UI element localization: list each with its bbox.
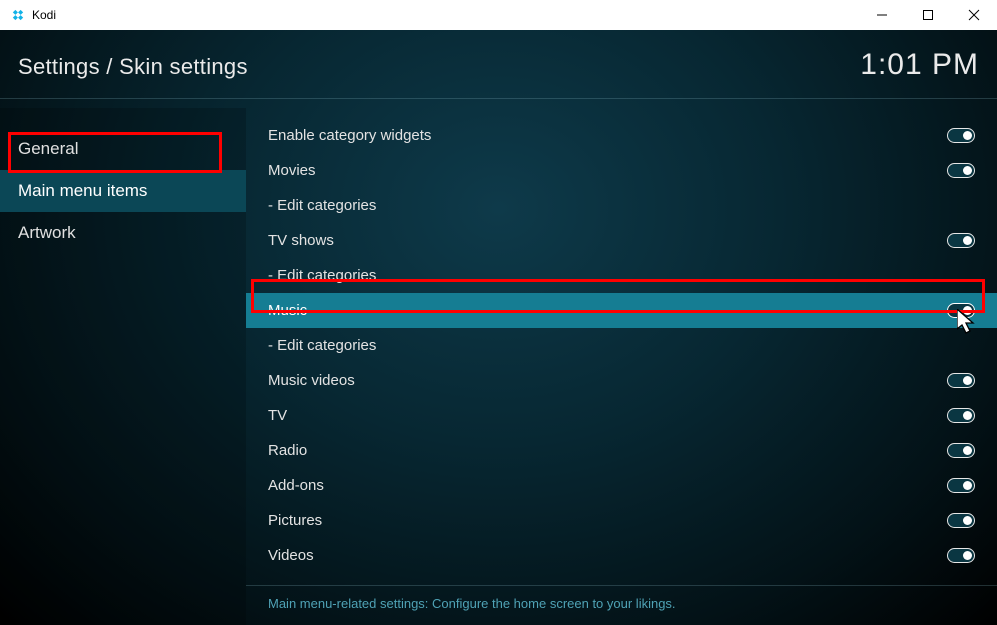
app-header: Settings / Skin settings 1:01 PM: [0, 30, 997, 99]
setting-row-movies[interactable]: Movies: [246, 153, 997, 188]
toggle-switch[interactable]: [947, 513, 975, 528]
footer-help: Main menu-related settings: Configure th…: [246, 585, 997, 625]
setting-label: Enable category widgets: [268, 127, 947, 144]
setting-row--edit-categories[interactable]: - Edit categories: [246, 258, 997, 293]
setting-row-pictures[interactable]: Pictures: [246, 503, 997, 538]
setting-row-videos[interactable]: Videos: [246, 538, 997, 573]
toggle-switch[interactable]: [947, 443, 975, 458]
window-title: Kodi: [32, 8, 56, 22]
breadcrumb: Settings / Skin settings: [18, 54, 248, 80]
setting-label: Videos: [268, 547, 947, 564]
setting-label: Add-ons: [268, 477, 947, 494]
setting-row-tv-shows[interactable]: TV shows: [246, 223, 997, 258]
settings-list: Enable category widgets Movies - Edit cate…: [246, 118, 997, 585]
setting-label: Music: [268, 302, 947, 319]
toggle-switch[interactable]: [947, 478, 975, 493]
kodi-logo-icon: [10, 7, 26, 23]
setting-label: Movies: [268, 162, 947, 179]
toggle-switch[interactable]: [947, 408, 975, 423]
sidebar-item-artwork[interactable]: Artwork: [0, 212, 246, 254]
setting-label: Music videos: [268, 372, 947, 389]
minimize-button[interactable]: [859, 0, 905, 30]
setting-label: Radio: [268, 442, 947, 459]
setting-label: TV: [268, 407, 947, 424]
titlebar: Kodi: [0, 0, 997, 30]
setting-row-enable-category-widgets[interactable]: Enable category widgets: [246, 118, 997, 153]
sidebar-item-general[interactable]: General: [0, 128, 246, 170]
setting-row--edit-categories[interactable]: - Edit categories: [246, 188, 997, 223]
setting-label: TV shows: [268, 232, 947, 249]
app: Settings / Skin settings 1:01 PM General…: [0, 30, 997, 625]
setting-label: - Edit categories: [268, 337, 975, 354]
setting-row-music[interactable]: Music: [246, 293, 997, 328]
main-pane: Enable category widgets Movies - Edit cate…: [246, 108, 997, 625]
toggle-switch[interactable]: [947, 303, 975, 318]
setting-row-radio[interactable]: Radio: [246, 433, 997, 468]
setting-row-music-videos[interactable]: Music videos: [246, 363, 997, 398]
setting-label: Pictures: [268, 512, 947, 529]
setting-row-tv[interactable]: TV: [246, 398, 997, 433]
toggle-switch[interactable]: [947, 163, 975, 178]
close-button[interactable]: [951, 0, 997, 30]
setting-label: - Edit categories: [268, 197, 975, 214]
toggle-switch[interactable]: [947, 233, 975, 248]
toggle-switch[interactable]: [947, 128, 975, 143]
setting-row-add-ons[interactable]: Add-ons: [246, 468, 997, 503]
setting-label: - Edit categories: [268, 267, 975, 284]
sidebar: GeneralMain menu itemsArtwork: [0, 108, 246, 625]
maximize-button[interactable]: [905, 0, 951, 30]
clock: 1:01 PM: [860, 48, 979, 82]
titlebar-controls: [859, 0, 997, 30]
sidebar-item-main-menu-items[interactable]: Main menu items: [0, 170, 246, 212]
setting-row--edit-categories[interactable]: - Edit categories: [246, 328, 997, 363]
toggle-switch[interactable]: [947, 548, 975, 563]
toggle-switch[interactable]: [947, 373, 975, 388]
